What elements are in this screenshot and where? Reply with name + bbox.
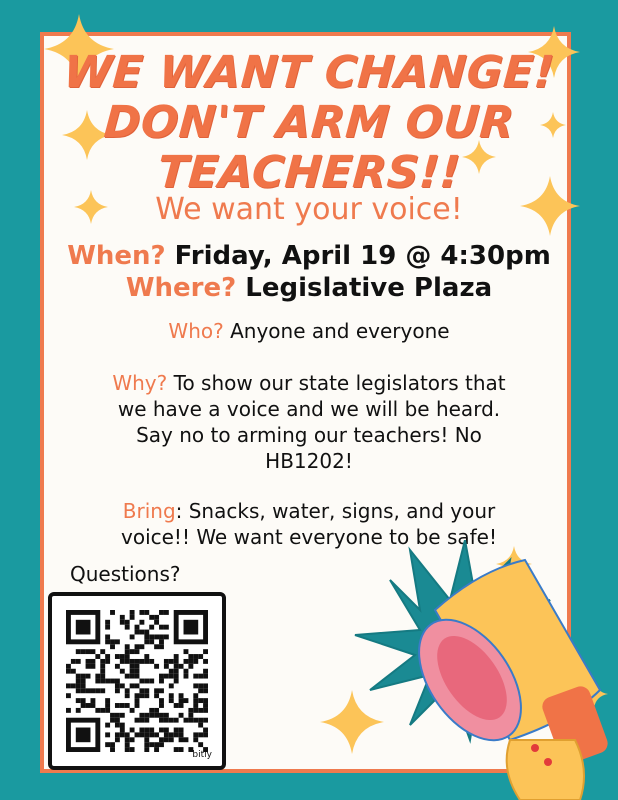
who-paragraph: Who? Anyone and everyone [100, 318, 518, 344]
when-value: Friday, April 19 @ 4:30pm [174, 241, 551, 271]
headline-line-1: WE WANT CHANGE! [61, 47, 557, 98]
questions-label: Questions? [70, 562, 181, 586]
qr-brand-label: bitly [192, 750, 212, 760]
why-value: To show our state legislators that we ha… [117, 371, 506, 473]
qr-code-icon[interactable] [66, 610, 208, 752]
where-line: Where? Legislative Plaza [0, 272, 618, 304]
where-key: Where? [125, 273, 237, 303]
why-key: Why? [112, 371, 168, 395]
subheading: We want your voice! [155, 192, 463, 227]
megaphone-icon [354, 540, 608, 800]
who-value: Anyone and everyone [230, 319, 450, 343]
bring-key: Bring [122, 499, 176, 523]
headline-line-2: DON'T ARM OUR [102, 97, 516, 148]
where-value: Legislative Plaza [245, 273, 493, 303]
when-key: When? [67, 241, 166, 271]
qr-code-box[interactable]: bitly [48, 592, 226, 770]
why-paragraph: Why? To show our state legislators that … [100, 370, 518, 474]
who-key: Who? [168, 319, 224, 343]
when-line: When? Friday, April 19 @ 4:30pm [0, 240, 618, 272]
